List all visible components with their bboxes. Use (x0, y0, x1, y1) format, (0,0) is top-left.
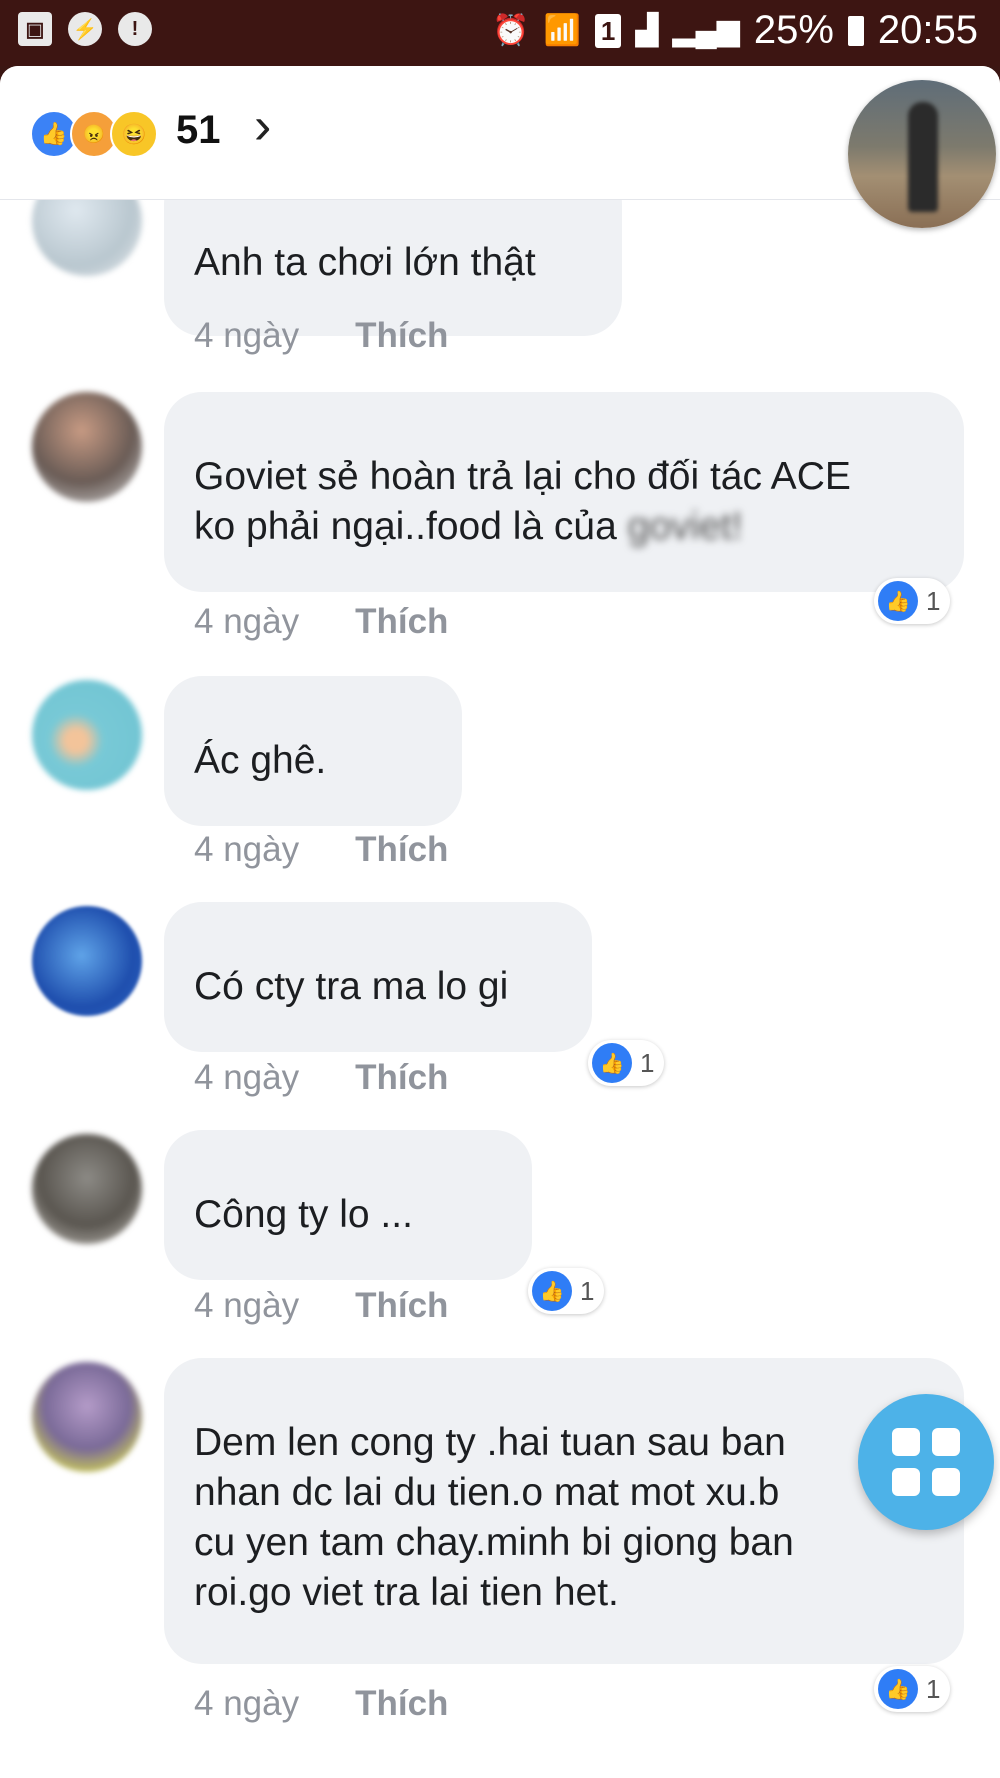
reaction-count-badge[interactable]: 👍 1 (874, 1666, 951, 1712)
like-icon: 👍 (878, 581, 918, 621)
chat-head-avatar[interactable] (848, 80, 996, 228)
notification-icons: ▣ ⚡ ! (18, 12, 152, 46)
comment-bubble[interactable]: ​ Ác ghê. (164, 676, 462, 826)
like-icon: 👍 (532, 1271, 572, 1311)
haha-reaction-icon: 😆 (110, 110, 158, 158)
grid-icon (932, 1428, 960, 1456)
sim-indicator: 1 (594, 13, 622, 48)
messenger-icon: ⚡ (68, 12, 102, 46)
system-icons: ⏰ 📶 1 ▟ ▂▄▆ 25% 20:55 (492, 8, 978, 53)
comment-text: Có cty tra ma lo gi (194, 965, 509, 1008)
like-link[interactable]: Thích (355, 1684, 448, 1724)
comment-time: 4 ngày (194, 1058, 300, 1097)
comment-text: Goviet sẻ hoàn trả lại cho đối tác ACE k… (194, 455, 851, 548)
comment-meta: 4 ngày Thích (194, 1058, 448, 1098)
comment-bubble[interactable]: ​ Goviet sẻ hoàn trả lại cho đối tác ACE… (164, 392, 964, 592)
chat-head-photo (908, 102, 938, 212)
comment-time: 4 ngày (194, 602, 300, 641)
comment-author[interactable]: ​ (194, 694, 432, 728)
reaction-icons: 👍 😠 😆 (30, 110, 158, 158)
grid-icon (892, 1428, 920, 1456)
alarm-icon: ⏰ (492, 14, 530, 47)
grid-icon (892, 1468, 920, 1496)
blurred-text: goviet! (627, 505, 743, 548)
reaction-count-badge[interactable]: 👍 1 (528, 1268, 605, 1314)
like-link[interactable]: Thích (355, 1058, 448, 1098)
comment-bubble[interactable]: ​ Có cty tra ma lo gi (164, 902, 592, 1052)
comment-meta: 4 ngày Thích (194, 316, 448, 356)
comment-author[interactable]: ​ (194, 1148, 502, 1182)
reaction-count-badge[interactable]: 👍 1 (588, 1040, 665, 1086)
avatar[interactable] (32, 906, 142, 1016)
reaction-count[interactable]: 51 (176, 108, 221, 153)
reaction-count-badge[interactable]: 👍 1 (874, 578, 951, 624)
apps-grid-button[interactable] (858, 1394, 994, 1530)
comment-time: 4 ngày (194, 830, 300, 869)
comment-time: 4 ngày (194, 316, 300, 355)
avatar[interactable] (32, 1134, 142, 1244)
comment-meta: 4 ngày Thích (194, 602, 448, 642)
comment-text: Công ty lo ... (194, 1193, 413, 1236)
like-link[interactable]: Thích (355, 830, 448, 870)
like-icon: 👍 (592, 1043, 632, 1083)
clock: 20:55 (877, 8, 978, 52)
comment-text: Dem len cong ty .hai tuan sau ban nhan d… (194, 1421, 794, 1614)
battery-icon (847, 15, 864, 46)
like-link[interactable]: Thích (355, 1286, 448, 1326)
avatar[interactable] (32, 1362, 142, 1472)
comment-text: Anh ta chơi lớn thật (194, 241, 536, 284)
avatar[interactable] (32, 392, 142, 502)
comment-meta: 4 ngày Thích (194, 830, 448, 870)
comment-list[interactable]: Anh ta chơi lớn thật 4 ngày Thích ​ Govi… (0, 66, 1000, 1778)
comment-bubble[interactable]: ​ Dem len cong ty .hai tuan sau ban nhan… (164, 1358, 964, 1664)
avatar[interactable] (32, 680, 142, 790)
wifi-icon: 📶 (543, 14, 581, 47)
comments-sheet: Anh ta chơi lớn thật 4 ngày Thích ​ Govi… (0, 66, 1000, 1778)
comment-time: 4 ngày (194, 1286, 300, 1325)
comment-author[interactable]: ​ (194, 410, 934, 444)
gallery-icon: ▣ (18, 12, 52, 46)
like-icon: 👍 (878, 1669, 918, 1709)
comment-bubble[interactable]: ​ Công ty lo ... (164, 1130, 532, 1280)
chevron-right-icon[interactable]: › (254, 96, 271, 156)
signal-bars-icon: ▂▄▆ (672, 14, 740, 47)
comment-author[interactable]: ​ (194, 1376, 934, 1410)
comment-author[interactable]: ​ (194, 920, 562, 954)
chat-alert-icon: ! (118, 12, 152, 46)
comment-text: Ác ghê. (194, 739, 327, 782)
signal-icon: ▟ (635, 14, 659, 47)
like-link[interactable]: Thích (355, 602, 448, 642)
comment-meta: 4 ngày Thích (194, 1684, 448, 1724)
battery-percent: 25% (753, 8, 834, 52)
like-link[interactable]: Thích (355, 316, 448, 356)
status-bar: ▣ ⚡ ! ⏰ 📶 1 ▟ ▂▄▆ 25% 20:55 (0, 0, 1000, 66)
comment-time: 4 ngày (194, 1684, 300, 1723)
grid-icon (932, 1468, 960, 1496)
comment-meta: 4 ngày Thích (194, 1286, 448, 1326)
